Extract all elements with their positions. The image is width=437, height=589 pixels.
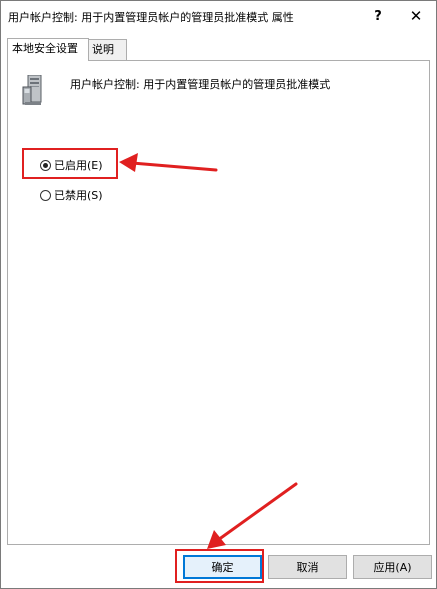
disabled-radio[interactable] bbox=[40, 189, 51, 201]
server-computer-icon bbox=[22, 75, 42, 105]
title-bar: 用户帐户控制: 用于内置管理员帐户的管理员批准模式 属性 ? ✕ bbox=[1, 1, 436, 31]
policy-title: 用户帐户控制: 用于内置管理员帐户的管理员批准模式 bbox=[70, 78, 331, 91]
apply-button[interactable]: 应用(A) bbox=[353, 555, 432, 579]
close-button[interactable]: ✕ bbox=[399, 1, 433, 31]
window-title: 用户帐户控制: 用于内置管理员帐户的管理员批准模式 属性 bbox=[8, 11, 294, 24]
disabled-option-label: 已禁用(S) bbox=[54, 189, 103, 202]
tab-explain[interactable]: 说明 bbox=[87, 39, 127, 60]
help-button[interactable]: ? bbox=[361, 1, 395, 31]
disabled-option[interactable]: 已禁用(S) bbox=[40, 187, 103, 203]
tab-panel: 用户帐户控制: 用于内置管理员帐户的管理员批准模式 已启用(E) 已禁用(S) bbox=[7, 60, 430, 545]
enabled-highlight-box bbox=[22, 148, 118, 179]
properties-dialog: 用户帐户控制: 用于内置管理员帐户的管理员批准模式 属性 ? ✕ 本地安全设置 … bbox=[0, 0, 437, 589]
cancel-button[interactable]: 取消 bbox=[268, 555, 347, 579]
ok-highlight-box bbox=[175, 549, 264, 583]
tab-local-security-setting[interactable]: 本地安全设置 bbox=[7, 38, 89, 61]
